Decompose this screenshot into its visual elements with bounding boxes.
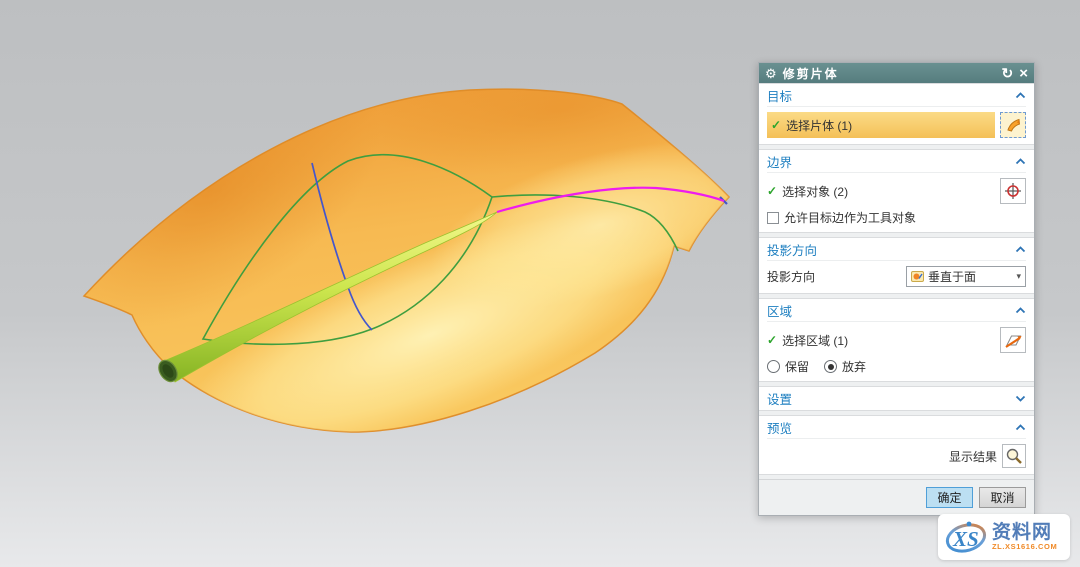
target-select-row: ✓ 选择片体 (1) bbox=[767, 112, 1026, 138]
group-preview-header[interactable]: 预览 bbox=[767, 417, 1026, 439]
select-object-label[interactable]: 选择对象 (2) bbox=[782, 183, 995, 200]
select-sheet-row[interactable]: ✓ 选择片体 (1) bbox=[767, 112, 995, 138]
watermark-text: 资料网 ZL.XS1616.COM bbox=[992, 523, 1057, 551]
chevron-up-icon[interactable] bbox=[1015, 424, 1026, 431]
projection-direction-label: 投影方向 bbox=[767, 268, 901, 285]
allow-target-edge-row[interactable]: 允许目标边作为工具对象 bbox=[767, 209, 1026, 226]
gear-icon: ⚙ bbox=[765, 67, 777, 80]
group-region: 区域 ✓ 选择区域 (1) 保留 bbox=[759, 298, 1034, 382]
show-result-label: 显示结果 bbox=[949, 448, 997, 465]
dialog-titlebar[interactable]: ⚙ 修剪片体 ↻ × bbox=[759, 63, 1034, 83]
watermark-logo-text: XS bbox=[952, 527, 979, 551]
trim-sheet-dialog: ⚙ 修剪片体 ↻ × 目标 ✓ 选择片体 (1) bbox=[758, 62, 1035, 516]
group-projection: 投影方向 投影方向 垂直于面 ▾ bbox=[759, 237, 1034, 294]
group-projection-label: 投影方向 bbox=[767, 240, 817, 259]
reset-icon[interactable]: ↻ bbox=[1002, 66, 1014, 80]
show-result-row: 显示结果 bbox=[767, 444, 1026, 468]
watermark-site-name: 资料网 bbox=[992, 523, 1057, 543]
group-target-label: 目标 bbox=[767, 86, 792, 105]
region-radio-row: 保留 放弃 bbox=[767, 358, 1026, 375]
snap-point-button[interactable] bbox=[1000, 178, 1026, 204]
group-preview: 预览 显示结果 bbox=[759, 415, 1034, 475]
crosshair-icon bbox=[1004, 182, 1022, 200]
chevron-down-icon[interactable]: ▾ bbox=[1016, 271, 1021, 282]
region-icon bbox=[1004, 331, 1023, 350]
group-settings-label: 设置 bbox=[767, 389, 792, 408]
group-boundary-header[interactable]: 边界 bbox=[767, 151, 1026, 173]
boundary-select-row: ✓ 选择对象 (2) bbox=[767, 178, 1026, 204]
radio-discard-label[interactable]: 放弃 bbox=[842, 358, 866, 375]
chevron-down-icon[interactable] bbox=[1015, 395, 1026, 402]
application-window: ⚙ 修剪片体 ↻ × 目标 ✓ 选择片体 (1) bbox=[0, 0, 1080, 567]
watermark-site-url: ZL.XS1616.COM bbox=[992, 543, 1057, 551]
checkbox-unchecked[interactable] bbox=[767, 212, 779, 224]
group-target: 目标 ✓ 选择片体 (1) bbox=[759, 83, 1034, 145]
normal-to-face-icon bbox=[911, 270, 924, 283]
chevron-up-icon[interactable] bbox=[1015, 92, 1026, 99]
projection-direction-value: 垂直于面 bbox=[928, 268, 976, 285]
chevron-up-icon[interactable] bbox=[1015, 307, 1026, 314]
projection-direction-row: 投影方向 垂直于面 ▾ bbox=[767, 266, 1026, 287]
radio-keep[interactable] bbox=[767, 360, 780, 373]
sheet-body-filter-button[interactable] bbox=[1000, 112, 1026, 138]
magnifier-icon bbox=[1005, 447, 1023, 465]
ok-button[interactable]: 确定 bbox=[926, 487, 973, 508]
check-icon: ✓ bbox=[767, 184, 777, 198]
allow-target-edge-label: 允许目标边作为工具对象 bbox=[784, 209, 916, 226]
select-region-button[interactable] bbox=[1000, 327, 1026, 353]
cancel-button[interactable]: 取消 bbox=[979, 487, 1026, 508]
sheet-body-icon bbox=[1004, 116, 1022, 134]
dialog-footer: 确定 取消 bbox=[759, 479, 1034, 515]
group-region-header[interactable]: 区域 bbox=[767, 300, 1026, 322]
radio-keep-label[interactable]: 保留 bbox=[785, 358, 809, 375]
chevron-up-icon[interactable] bbox=[1015, 246, 1026, 253]
group-boundary: 边界 ✓ 选择对象 (2) 允许目标边作为工具对象 bbox=[759, 149, 1034, 233]
select-sheet-label: 选择片体 (1) bbox=[786, 117, 852, 134]
group-settings-header[interactable]: 设置 bbox=[767, 388, 1026, 409]
check-icon: ✓ bbox=[767, 333, 777, 347]
group-boundary-label: 边界 bbox=[767, 152, 792, 171]
radio-discard[interactable] bbox=[824, 360, 837, 373]
projection-direction-select[interactable]: 垂直于面 ▾ bbox=[906, 266, 1026, 287]
region-select-row: ✓ 选择区域 (1) bbox=[767, 327, 1026, 353]
select-region-label[interactable]: 选择区域 (1) bbox=[782, 332, 995, 349]
watermark: XS 资料网 ZL.XS1616.COM bbox=[938, 514, 1070, 560]
group-settings: 设置 bbox=[759, 386, 1034, 411]
group-region-label: 区域 bbox=[767, 301, 792, 320]
show-result-button[interactable] bbox=[1002, 444, 1026, 468]
group-preview-label: 预览 bbox=[767, 418, 792, 437]
check-icon: ✓ bbox=[771, 118, 781, 132]
group-projection-header[interactable]: 投影方向 bbox=[767, 239, 1026, 261]
group-target-header[interactable]: 目标 bbox=[767, 85, 1026, 107]
chevron-up-icon[interactable] bbox=[1015, 158, 1026, 165]
watermark-logo: XS bbox=[943, 517, 989, 557]
close-icon[interactable]: × bbox=[1019, 66, 1028, 81]
dialog-title: 修剪片体 bbox=[783, 65, 996, 82]
